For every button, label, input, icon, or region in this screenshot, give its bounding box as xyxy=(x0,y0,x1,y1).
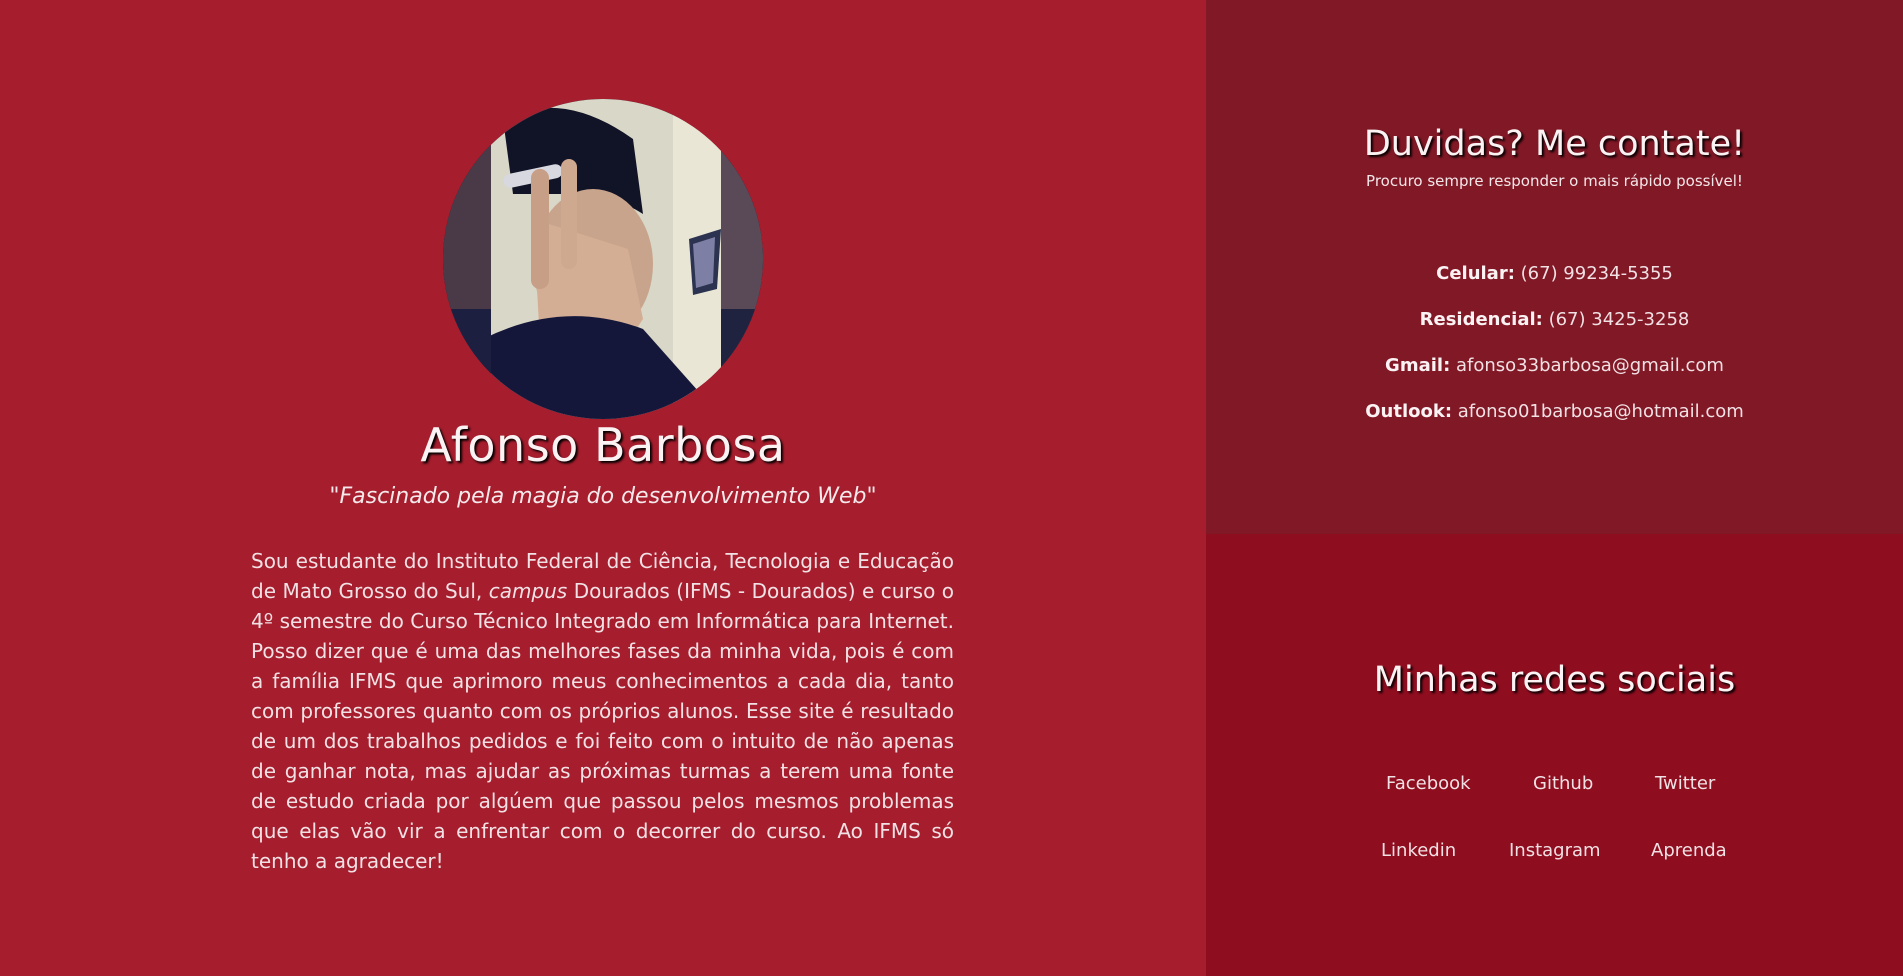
contact-gmail: Gmail: afonso33barbosa@gmail.com xyxy=(1206,355,1903,376)
gmail-label: Gmail: xyxy=(1385,355,1451,376)
profile-bio: Sou estudante do Instituto Federal de Ci… xyxy=(251,546,954,876)
facebook-link[interactable]: Facebook xyxy=(1386,773,1471,794)
gmail-value: afonso33barbosa@gmail.com xyxy=(1456,355,1724,376)
profile-photo xyxy=(443,99,763,419)
profile-photo-image xyxy=(443,99,763,419)
linkedin-link[interactable]: Linkedin xyxy=(1381,840,1456,861)
residencial-value: (67) 3425-3258 xyxy=(1548,309,1690,330)
github-link[interactable]: Github xyxy=(1533,773,1593,794)
celular-value: (67) 99234-5355 xyxy=(1520,263,1673,284)
contact-subtitle: Procuro sempre responder o mais rápido p… xyxy=(1366,172,1743,190)
bio-text-part2: Dourados (IFMS - Dourados) e curso o 4º … xyxy=(251,579,954,873)
contact-celular: Celular: (67) 99234-5355 xyxy=(1206,263,1903,284)
contact-title: Duvidas? Me contate! xyxy=(1363,124,1746,164)
contact-outlook: Outlook: afonso01barbosa@hotmail.com xyxy=(1206,401,1903,422)
social-title: Minhas redes sociais xyxy=(1373,660,1736,700)
profile-section: Afonso Barbosa "Fascinado pela magia do … xyxy=(0,0,1206,976)
profile-tagline: "Fascinado pela magia do desenvolvimento… xyxy=(329,484,877,509)
contact-residencial: Residencial: (67) 3425-3258 xyxy=(1206,309,1903,330)
bio-emphasis: campus xyxy=(488,579,568,603)
social-section xyxy=(1206,534,1903,976)
residencial-label: Residencial: xyxy=(1419,309,1543,330)
outlook-label: Outlook: xyxy=(1365,401,1453,422)
aprenda-link[interactable]: Aprenda xyxy=(1651,840,1727,861)
celular-label: Celular: xyxy=(1436,263,1515,284)
twitter-link[interactable]: Twitter xyxy=(1655,773,1715,794)
page: Afonso Barbosa "Fascinado pela magia do … xyxy=(0,0,1903,976)
outlook-value: afonso01barbosa@hotmail.com xyxy=(1457,401,1744,422)
instagram-link[interactable]: Instagram xyxy=(1509,840,1601,861)
profile-name: Afonso Barbosa xyxy=(420,418,786,472)
